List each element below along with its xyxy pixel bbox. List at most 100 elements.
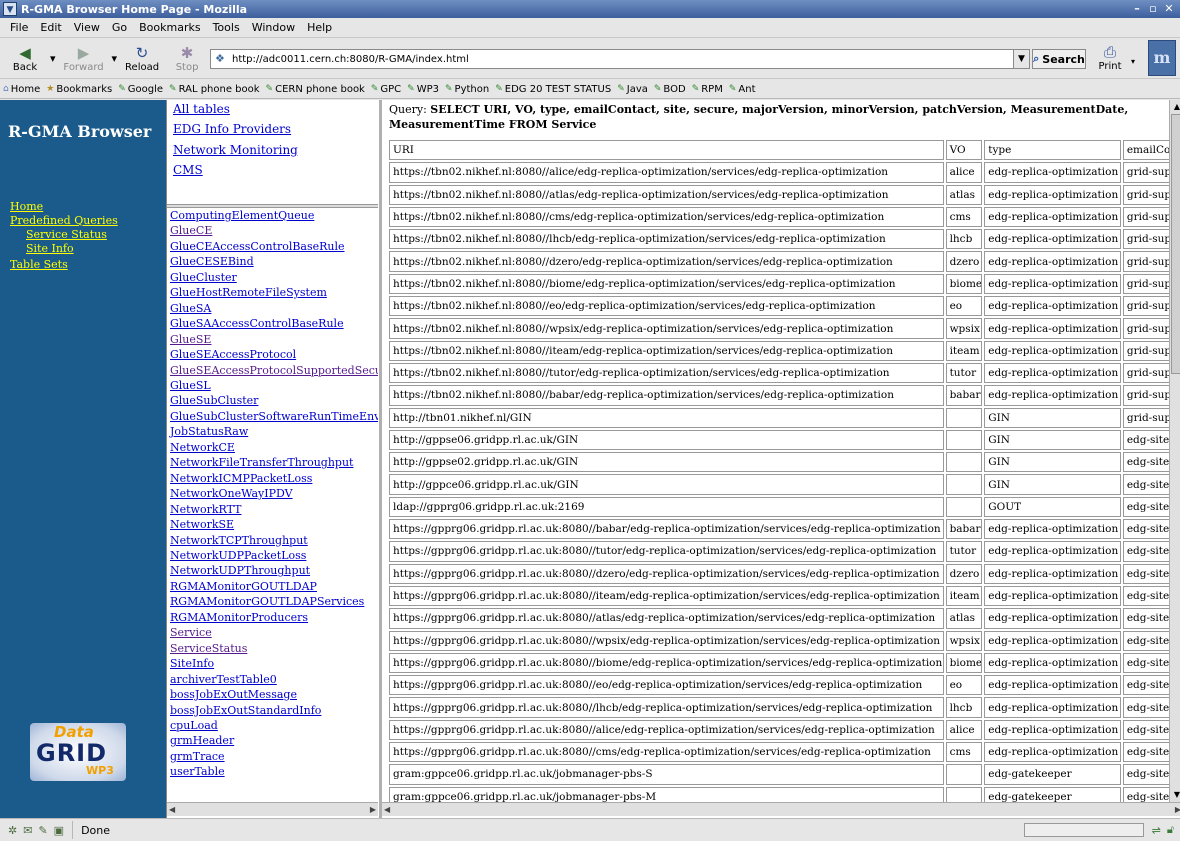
forward-button[interactable]: ▶ Forward [56,44,112,73]
table-link[interactable]: bossJobExOutStandardInfo [167,703,378,718]
scroll-left-icon[interactable]: ◀ [384,805,390,814]
scroll-thumb[interactable] [1171,114,1180,374]
scroll-left-icon[interactable]: ◀ [169,805,175,814]
bookmark-python[interactable]: ✎ Python [445,84,489,95]
results-hscrollbar[interactable]: ◀ ▶ [382,802,1180,816]
table-link[interactable]: ComputingElementQueue [167,208,378,223]
table-link[interactable]: GlueSL [167,378,378,393]
search-button[interactable]: ⌕ Search [1032,49,1086,69]
scroll-down-icon[interactable]: ▼ [1170,788,1180,802]
link-all-tables[interactable]: All tables [173,102,230,116]
table-link[interactable]: NetworkUDPPacketLoss [167,548,378,563]
menu-edit[interactable]: Edit [34,21,67,34]
close-icon[interactable]: ✕ [1162,2,1176,16]
table-link[interactable]: GlueCE [167,223,378,238]
bookmark-cern-phone-book[interactable]: ✎ CERN phone book [266,84,365,95]
table-link[interactable]: GlueSAAccessControlBaseRule [167,316,378,331]
back-button[interactable]: ◀ Back [0,44,50,73]
table-link[interactable]: GlueSEAccessProtocol [167,347,378,362]
menu-view[interactable]: View [68,21,106,34]
table-link[interactable]: GlueCEAccessControlBaseRule [167,239,378,254]
table-link[interactable]: NetworkUDPThroughput [167,563,378,578]
reload-button[interactable]: ↻ Reload [117,44,167,73]
bookmark-java[interactable]: ✎ Java [617,84,648,95]
scroll-right-icon[interactable]: ▶ [370,805,376,814]
url-field[interactable]: ❖ http://adc0011.cern.ch:8080/R-GMA/inde… [210,49,1030,69]
nav-link-service-status[interactable]: Service Status [10,228,118,242]
mozilla-throbber-icon[interactable]: m [1148,40,1176,76]
link-cms[interactable]: CMS [173,163,203,177]
table-cell: edg-replica-optimization [984,251,1121,272]
nav-link-table-sets[interactable]: Table Sets [10,258,118,272]
table-link[interactable]: NetworkCE [167,440,378,455]
bookmark-ral-phone-book[interactable]: ✎ RAL phone book [169,84,260,95]
table-link[interactable]: RGMAMonitorGOUTLDAP [167,579,378,594]
table-link[interactable]: archiverTestTable0 [167,672,378,687]
maximize-icon[interactable]: ▫ [1146,2,1160,16]
table-link[interactable]: SiteInfo [167,656,378,671]
url-dropdown-icon[interactable]: ▼ [1013,50,1029,68]
menu-help[interactable]: Help [301,21,338,34]
table-link[interactable]: JobStatusRaw [167,424,378,439]
table-link[interactable]: NetworkFileTransferThroughput [167,455,378,470]
address-book-icon[interactable]: ▣ [54,824,64,837]
print-button[interactable]: ⎙ Print [1093,43,1127,72]
window-menu-icon[interactable]: ▼ [3,2,17,16]
composer-icon[interactable]: ✎ [38,824,47,837]
nav-link-predefined-queries[interactable]: Predefined Queries [10,214,118,228]
bookmark-bookmarks[interactable]: ★ Bookmarks [46,84,112,95]
menu-tools[interactable]: Tools [207,21,246,34]
menu-bookmarks[interactable]: Bookmarks [133,21,206,34]
navigator-icon[interactable]: ✲ [8,824,17,837]
scroll-right-icon[interactable]: ▶ [1175,805,1180,814]
table-link[interactable]: RGMAMonitorGOUTLDAPServices [167,594,378,609]
table-link[interactable]: userTable [167,764,378,779]
bookmark-edg-20-test-status[interactable]: ✎ EDG 20 TEST STATUS [495,84,611,95]
table-link[interactable]: GlueSubClusterSoftwareRunTimeEnv [167,409,378,424]
menu-file[interactable]: File [4,21,34,34]
bookmark-ant[interactable]: ✎ Ant [729,84,756,95]
table-list-hscrollbar[interactable]: ◀ ▶ [167,802,378,816]
table-link[interactable]: NetworkSE [167,517,378,532]
table-link[interactable]: GlueSA [167,301,378,316]
table-link[interactable]: RGMAMonitorProducers [167,610,378,625]
scroll-up-icon[interactable]: ▲ [1170,100,1180,114]
table-link[interactable]: NetworkTCPThroughput [167,533,378,548]
print-dropdown-icon[interactable]: ▾ [1131,57,1135,66]
bookmark-wp3[interactable]: ✎ WP3 [407,84,439,95]
nav-link-home[interactable]: Home [10,200,118,214]
link-network-monitoring[interactable]: Network Monitoring [173,143,298,157]
table-link[interactable]: cpuLoad [167,718,378,733]
table-link[interactable]: NetworkOneWayIPDV [167,486,378,501]
bookmark-home[interactable]: ⌂ Home [3,84,40,95]
bookmark-google[interactable]: ✎ Google [118,84,163,95]
table-link[interactable]: GlueSEAccessProtocolSupportedSecu [167,363,378,378]
results-vscrollbar[interactable]: ▲ ▼ [1169,100,1180,802]
table-link[interactable]: bossJobExOutMessage [167,687,378,702]
table-link[interactable]: grmTrace [167,749,378,764]
table-cell: https://tbn02.nikhef.nl:8080//dzero/edg-… [389,251,944,272]
table-link[interactable]: GlueHostRemoteFileSystem [167,285,378,300]
table-link[interactable]: GlueCESEBind [167,254,378,269]
table-link[interactable]: grmHeader [167,733,378,748]
menu-go[interactable]: Go [106,21,133,34]
menu-window[interactable]: Window [246,21,301,34]
table-link[interactable]: GlueSubCluster [167,393,378,408]
table-link[interactable]: Service [167,625,378,640]
bookmark-rpm[interactable]: ✎ RPM [692,84,723,95]
nav-link-site-info[interactable]: Site Info [10,242,118,256]
table-link[interactable]: ServiceStatus [167,641,378,656]
bookmark-gpc[interactable]: ✎ GPC [371,84,401,95]
minimize-icon[interactable]: – [1130,2,1144,16]
bookmark-bod[interactable]: ✎ BOD [654,84,686,95]
table-link[interactable]: GlueSE [167,332,378,347]
table-link[interactable]: NetworkICMPPacketLoss [167,471,378,486]
online-status-icon[interactable]: ⇌ [1152,824,1161,837]
stop-button[interactable]: ✱ Stop [167,44,207,73]
table-cell: gram:gppce06.gridpp.rl.ac.uk/jobmanager-… [389,764,944,785]
header-row: URIVOtypeemailConta [389,140,1170,161]
table-link[interactable]: NetworkRTT [167,502,378,517]
link-edg-info-providers[interactable]: EDG Info Providers [173,122,291,136]
mail-icon[interactable]: ✉ [23,824,32,837]
table-link[interactable]: GlueCluster [167,270,378,285]
